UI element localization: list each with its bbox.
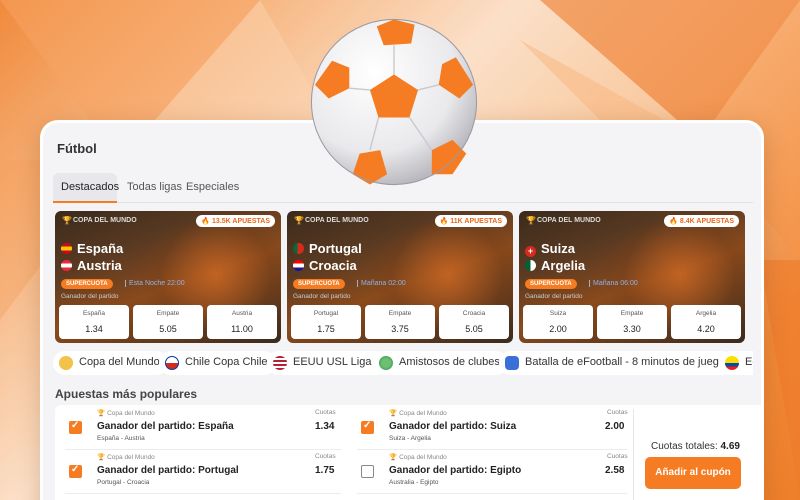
- croatia-flag-icon: [293, 260, 304, 271]
- usa-flag-icon: [273, 356, 287, 370]
- league-chip[interactable]: EEUU USL Liga 2: [267, 351, 389, 375]
- popular-bets-list: 🏆Copa del Mundo Ganador del partido: Esp…: [55, 405, 761, 500]
- odd-button[interactable]: Argelia 4.20: [671, 305, 741, 339]
- trophy-icon: 🏆: [97, 454, 106, 461]
- league-chip[interactable]: Batalla de eFootball - 8 minutos de jueg…: [499, 351, 733, 375]
- odd-button[interactable]: Croacia 5.05: [439, 305, 509, 339]
- competition-label: COPA DEL MUNDO: [73, 217, 137, 224]
- bet-teams: Suiza - Argelia: [389, 435, 431, 442]
- add-to-coupon-button[interactable]: Añadir al cupón: [645, 457, 741, 489]
- bet-teams: Australia - Egipto: [389, 479, 439, 486]
- team-away: Argelia: [525, 258, 585, 273]
- chile-flag-icon: [165, 356, 179, 370]
- bet-teams: España - Austria: [97, 435, 145, 442]
- trophy-icon: 🏆: [389, 410, 398, 417]
- popular-bet[interactable]: 🏆Copa del Mundo Ganador del partido: Sui…: [347, 405, 637, 445]
- bet-odds: 1.34: [315, 421, 335, 432]
- supercuota-badge: SUPERCUOTA: [293, 279, 345, 289]
- bets-count-badge: 🔥 8.4K APUESTAS: [664, 215, 739, 227]
- austria-flag-icon: [61, 260, 72, 271]
- match-time: Esta Noche 22:00: [125, 280, 185, 287]
- bet-checkbox[interactable]: [69, 464, 82, 478]
- section-title: Fútbol: [57, 141, 97, 156]
- bet-competition: 🏆 Copa del Mundo: [389, 454, 447, 461]
- bets-count-badge: 🔥 13.5K APUESTAS: [196, 215, 275, 227]
- bet-checkbox[interactable]: [69, 420, 82, 434]
- gamepad-icon: [505, 356, 519, 370]
- team-home: + Suiza: [525, 241, 575, 257]
- market-label: Ganador del partido: [293, 293, 351, 300]
- trophy-icon: 🏆: [389, 454, 398, 461]
- match-card[interactable]: 🏆 COPA DEL MUNDO 🔥 13.5K APUESTAS España…: [55, 211, 281, 343]
- league-chips: Copa del Mundo Chile Copa Chile EEUU USL…: [53, 351, 753, 375]
- algeria-flag-icon: [525, 260, 536, 271]
- market-label: Ganador del partido: [61, 293, 119, 300]
- bet-teams: Portugal - Croacia: [97, 479, 150, 486]
- trophy-icon: 🏆: [97, 410, 106, 417]
- bet-name: Ganador del partido: España: [97, 421, 234, 432]
- odd-button[interactable]: Austria 11.00: [207, 305, 277, 339]
- odd-button[interactable]: Empate 3.75: [365, 305, 435, 339]
- supercuota-badge: SUPERCUOTA: [525, 279, 577, 289]
- bets-count-badge: 🔥 11K APUESTAS: [434, 215, 507, 227]
- bet-checkbox[interactable]: [361, 420, 374, 434]
- league-chip[interactable]: Copa del Mundo: [53, 351, 168, 375]
- team-away: Croacia: [293, 258, 357, 273]
- supercuota-badge: SUPERCUOTA: [61, 279, 113, 289]
- odds-label: Cuotas: [607, 409, 628, 416]
- match-card[interactable]: 🏆 COPA DEL MUNDO 🔥 8.4K APUESTAS + Suiza …: [519, 211, 745, 343]
- competition-label: COPA DEL MUNDO: [305, 217, 369, 224]
- tab-destacados[interactable]: Destacados: [61, 181, 119, 193]
- featured-matches: 🏆 COPA DEL MUNDO 🔥 13.5K APUESTAS España…: [55, 211, 755, 343]
- popular-bets-title: Apuestas más populares: [55, 387, 198, 401]
- odds-label: Cuotas: [315, 453, 336, 460]
- league-chip[interactable]: Chile Copa Chile: [159, 351, 276, 375]
- odd-button[interactable]: España 1.34: [59, 305, 129, 339]
- tab-especiales[interactable]: Especiales: [186, 181, 239, 193]
- popular-bet[interactable]: 🏆 Copa del Mundo Ganador del partido: Egi…: [347, 449, 637, 489]
- team-home: España: [61, 241, 123, 256]
- match-card[interactable]: 🏆 COPA DEL MUNDO 🔥 11K APUESTAS Portugal…: [287, 211, 513, 343]
- odd-button[interactable]: Empate 5.05: [133, 305, 203, 339]
- odds-label: Cuotas: [607, 453, 628, 460]
- bet-name: Ganador del partido: Portugal: [97, 465, 239, 476]
- portugal-flag-icon: [293, 243, 304, 254]
- globe-icon: [379, 356, 393, 370]
- odds-label: Cuotas: [315, 409, 336, 416]
- soccer-ball-icon: [310, 18, 478, 186]
- team-home: Portugal: [293, 241, 362, 256]
- tab-todas-ligas[interactable]: Todas ligas: [127, 181, 182, 193]
- ecuador-flag-icon: [725, 356, 739, 370]
- league-chip[interactable]: Amistosos de clubes: [373, 351, 508, 375]
- trophy-icon: 🏆: [62, 216, 72, 225]
- switzerland-flag-icon: +: [525, 246, 536, 257]
- team-away: Austria: [61, 258, 122, 273]
- popular-bet[interactable]: 🏆Copa del Mundo Ganador del partido: Por…: [55, 449, 345, 489]
- bet-competition: 🏆 Copa del Mundo: [97, 454, 155, 461]
- odd-button[interactable]: Suiza 2.00: [523, 305, 593, 339]
- spain-flag-icon: [61, 243, 72, 254]
- bet-odds: 2.58: [605, 465, 625, 476]
- trophy-icon: 🏆: [526, 216, 536, 225]
- bet-odds: 2.00: [605, 421, 625, 432]
- match-time: Mañana 06:00: [589, 280, 638, 287]
- bet-competition: 🏆 Copa del Mundo: [97, 410, 155, 417]
- trophy-icon: 🏆: [294, 216, 304, 225]
- odd-button[interactable]: Empate 3.30: [597, 305, 667, 339]
- total-odds: Cuotas totales: 4.69: [651, 441, 740, 452]
- bet-checkbox[interactable]: [361, 465, 374, 478]
- market-label: Ganador del partido: [525, 293, 583, 300]
- trophy-icon: [59, 356, 73, 370]
- active-tab-indicator: [53, 201, 117, 203]
- bet-competition: 🏆 Copa del Mundo: [389, 410, 447, 417]
- league-chip[interactable]: Ec: [719, 351, 753, 375]
- popular-bet[interactable]: 🏆Copa del Mundo Ganador del partido: Esp…: [55, 405, 345, 445]
- odd-button[interactable]: Portugal 1.75: [291, 305, 361, 339]
- bet-odds: 1.75: [315, 465, 335, 476]
- bet-name: Ganador del partido: Suiza: [389, 421, 517, 432]
- match-time: Mañana 02:00: [357, 280, 406, 287]
- bet-name: Ganador del partido: Egipto: [389, 465, 522, 476]
- competition-label: COPA DEL MUNDO: [537, 217, 601, 224]
